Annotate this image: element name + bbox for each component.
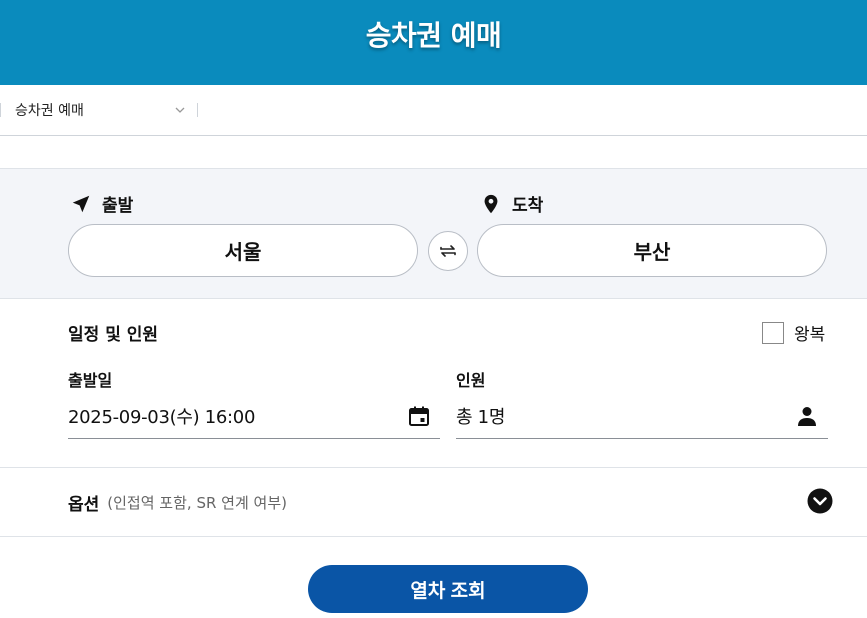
- swap-stations-button[interactable]: [428, 231, 468, 271]
- page-header: 승차권 예매: [0, 0, 867, 85]
- checkbox-box[interactable]: [762, 321, 784, 344]
- menu-select[interactable]: 승차권 예매: [1, 95, 197, 125]
- departure-label: 출발: [70, 191, 133, 216]
- swap-arrows-icon: [440, 245, 456, 257]
- options-subtitle: (인접역 포함, SR 연계 여부): [107, 493, 287, 512]
- calendar-icon: [409, 406, 429, 426]
- section-divider: [0, 536, 867, 537]
- round-trip-checkbox[interactable]: 왕복: [762, 320, 825, 345]
- departure-date-value: 2025-09-03(수) 16:00: [68, 406, 256, 428]
- schedule-section-title: 일정 및 인원: [68, 325, 159, 345]
- chevron-down-icon: [175, 107, 185, 113]
- arrival-station-button[interactable]: 부산: [477, 224, 827, 277]
- arrival-label: 도착: [480, 191, 543, 216]
- chevron-down-circle-icon[interactable]: [807, 488, 833, 514]
- options-title: 옵션: [68, 494, 100, 515]
- map-pin-icon: [484, 194, 498, 213]
- round-trip-label: 왕복: [794, 325, 826, 345]
- navigation-arrow-icon: [72, 195, 90, 212]
- departure-station-value: 서울: [224, 240, 262, 264]
- search-trains-button[interactable]: 열차 조회: [308, 565, 588, 613]
- departure-label-text: 출발: [102, 196, 134, 216]
- breadcrumb-divider: [197, 103, 198, 117]
- departure-date-field[interactable]: 2025-09-03(수) 16:00: [68, 393, 440, 439]
- menu-select-label: 승차권 예매: [15, 103, 84, 119]
- station-panel: 출발 서울 도착 부산: [0, 168, 867, 299]
- date-label: 출발일: [68, 371, 113, 390]
- person-icon: [798, 406, 816, 426]
- arrival-station-value: 부산: [633, 240, 671, 264]
- passengers-field[interactable]: 총 1명: [456, 393, 828, 439]
- passengers-label: 인원: [456, 371, 486, 390]
- arrival-label-text: 도착: [512, 196, 544, 216]
- departure-station-button[interactable]: 서울: [68, 224, 418, 277]
- page-title: 승차권 예매: [365, 18, 502, 52]
- options-toggle[interactable]: 옵션 (인접역 포함, SR 연계 여부): [0, 468, 867, 536]
- passengers-value: 총 1명: [456, 406, 506, 428]
- breadcrumb: 승차권 예매: [0, 85, 867, 136]
